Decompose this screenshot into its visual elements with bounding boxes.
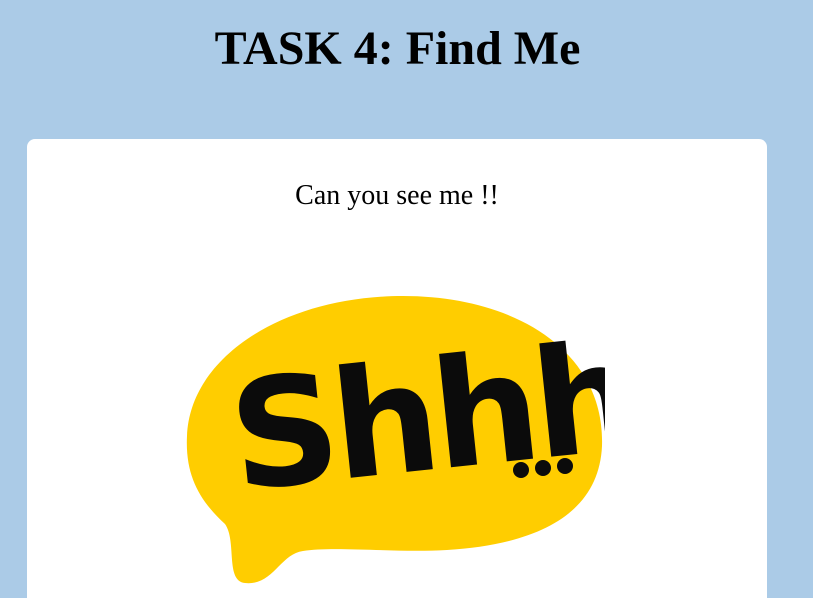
page: TASK 4: Find Me Can you see me !! Shhh — [0, 0, 813, 598]
ellipsis-dot-3 — [557, 458, 573, 474]
page-title: TASK 4: Find Me — [214, 22, 581, 75]
shhh-image: Shhh — [185, 296, 605, 586]
speech-bubble-icon: Shhh — [186, 296, 605, 584]
card-text: Can you see me !! — [295, 180, 499, 211]
ellipsis-dot-2 — [535, 460, 551, 476]
content-card: Can you see me !! Shhh — [27, 139, 767, 598]
ellipsis-dot-1 — [513, 462, 529, 478]
